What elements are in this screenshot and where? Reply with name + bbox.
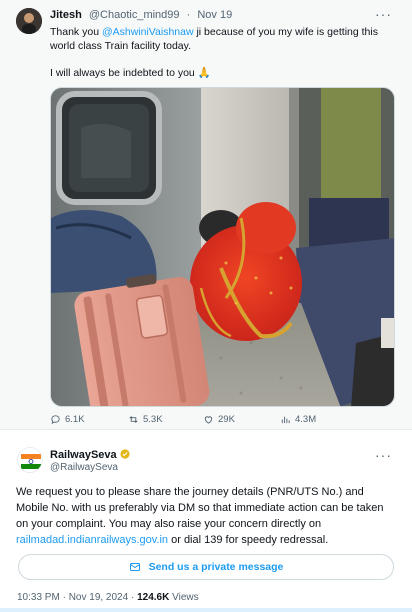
like-count: 29K	[218, 414, 235, 425]
reply-views-label: Views	[169, 592, 199, 603]
views-icon	[281, 416, 290, 424]
send-private-message-button[interactable]: Send us a private message	[18, 554, 394, 580]
like-button[interactable]: 29K	[203, 414, 280, 425]
reply-more-icon[interactable]: ···	[375, 447, 392, 463]
mention-link[interactable]: @AshwiniVaishnaw	[102, 26, 194, 38]
repost-button[interactable]: 5.3K	[128, 414, 203, 425]
dm-button-label: Send us a private message	[148, 561, 284, 573]
tweet-text: Thank you @AshwiniVaishnaw ji because of…	[50, 25, 390, 53]
reply-text-main: We request you to please share the journ…	[16, 486, 384, 530]
like-icon	[204, 416, 213, 424]
verified-badge-icon	[120, 449, 130, 459]
tweet-text-line2: I will always be indebted to you 🙏	[50, 66, 211, 79]
original-tweet[interactable]: Jitesh @Chaotic_mind99 · Nov 19 ··· Than…	[0, 0, 412, 430]
tweet-actions: 6.1K 5.3K 29K 4.3M	[50, 414, 395, 425]
reply-text: We request you to please share the journ…	[16, 484, 396, 548]
tweet-header: Jitesh @Chaotic_mind99 · Nov 19	[50, 9, 232, 21]
author-handle[interactable]: @Chaotic_mind99	[89, 9, 180, 21]
tweet-photo[interactable]	[50, 87, 395, 407]
reply-views-count: 124.6K	[137, 592, 170, 603]
timestamp-text: 10:33 PM · Nov 19, 2024 ·	[17, 592, 138, 603]
views-button[interactable]: 4.3M	[280, 414, 355, 425]
author-name[interactable]: Jitesh	[50, 9, 82, 21]
repost-count: 5.3K	[143, 414, 163, 425]
tweet-text-prefix: Thank you	[50, 26, 102, 38]
reply-author-handle[interactable]: @RailwaySeva	[50, 462, 118, 473]
more-icon[interactable]: ···	[375, 6, 392, 22]
repost-icon	[129, 416, 138, 423]
tweet-text-line2-content: I will always be indebted to you	[50, 67, 195, 79]
reply-count: 6.1K	[65, 414, 85, 425]
separator: ·	[186, 9, 191, 21]
reply-button[interactable]: 6.1K	[50, 414, 128, 425]
railwayseva-avatar[interactable]	[17, 447, 43, 473]
railmadad-link[interactable]: railmadad.indianrailways.gov.in	[16, 534, 168, 546]
reply-text-tail: or dial 139 for speedy redressal.	[168, 534, 329, 546]
mail-icon	[129, 563, 140, 571]
view-count: 4.3M	[295, 414, 317, 425]
reply-author-name[interactable]: RailwaySeva	[50, 449, 130, 461]
reply-timestamp[interactable]: 10:33 PM · Nov 19, 2024 · 124.6K Views	[17, 592, 199, 603]
reply-icon	[51, 415, 60, 425]
folded-hands-emoji-icon: 🙏	[197, 67, 211, 79]
avatar[interactable]	[16, 8, 42, 34]
bottom-divider	[0, 608, 412, 612]
tweet-date[interactable]: Nov 19	[197, 9, 232, 21]
reply-author-name-text: RailwaySeva	[50, 449, 117, 461]
